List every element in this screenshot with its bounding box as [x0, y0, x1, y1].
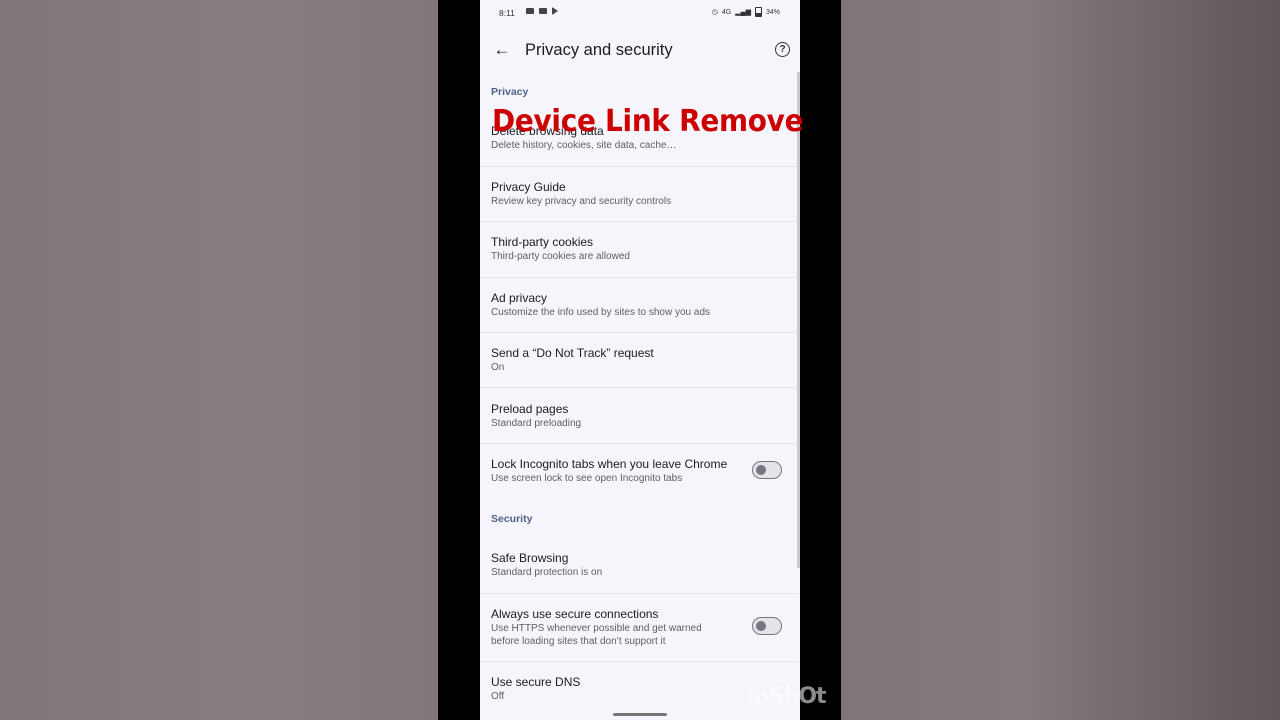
list-item-privacy-guide[interactable]: Privacy Guide Review key privacy and sec… — [480, 180, 798, 235]
system-icons: ◷ 4G ▂▄▆ 34% — [712, 7, 780, 17]
item-subtitle: Customize the info used by sites to show… — [491, 307, 711, 318]
battery-level: 34% — [765, 8, 780, 16]
item-subtitle: Standard protection is on — [491, 567, 603, 578]
item-title: Third-party cookies — [491, 235, 594, 249]
item-title: Always use secure connections — [491, 607, 659, 621]
item-title: Preload pages — [491, 402, 569, 416]
item-subtitle: Delete history, cookies, site data, cach… — [491, 140, 677, 151]
item-subtitle: Off — [491, 691, 505, 702]
section-header-privacy: Privacy — [491, 86, 529, 98]
item-subtitle: Use screen lock to see open Incognito ta… — [491, 473, 683, 484]
lock-incognito-toggle[interactable] — [752, 461, 782, 479]
divider — [480, 221, 798, 222]
item-subtitle: Third-party cookies are allowed — [491, 251, 630, 262]
right-bezel — [800, 0, 841, 720]
item-subtitle: Standard preloading — [491, 418, 582, 429]
list-item-safe-browsing[interactable]: Safe Browsing Standard protection is on — [480, 551, 798, 606]
page-title: Privacy and security — [525, 41, 673, 59]
toggle-knob — [756, 621, 766, 631]
list-item-do-not-track[interactable]: Send a “Do Not Track” request On — [480, 346, 798, 401]
section-header-security: Security — [491, 513, 533, 525]
video-icon — [539, 8, 547, 14]
list-item-third-party-cookies[interactable]: Third-party cookies Third-party cookies … — [480, 235, 798, 290]
toggle-knob — [756, 465, 766, 475]
item-title: Use secure DNS — [491, 675, 581, 689]
item-subtitle: Review key privacy and security controls — [491, 196, 672, 207]
divider — [480, 593, 798, 594]
item-title: Lock Incognito tabs when you leave Chrom… — [491, 457, 728, 471]
item-subtitle: Use HTTPS whenever possible and get warn… — [491, 623, 702, 647]
divider — [480, 277, 798, 278]
back-arrow-icon[interactable]: ← — [492, 40, 512, 60]
status-bar: 8:11 ◷ 4G ▂▄▆ 34% — [480, 0, 800, 24]
help-icon[interactable]: ? — [775, 42, 790, 57]
list-item-lock-incognito[interactable]: Lock Incognito tabs when you leave Chrom… — [480, 457, 798, 512]
item-title: Send a “Do Not Track” request — [491, 346, 654, 360]
left-bezel — [438, 0, 480, 720]
item-title: Ad privacy — [491, 291, 548, 305]
youtube-icon — [526, 8, 534, 14]
divider — [480, 661, 798, 662]
list-item-preload-pages[interactable]: Preload pages Standard preloading — [480, 402, 798, 457]
inshot-watermark: InShOt — [747, 684, 827, 709]
overlay-headline: Device Link Remove — [492, 104, 804, 139]
secure-connections-toggle[interactable] — [752, 617, 782, 635]
item-title: Safe Browsing — [491, 551, 569, 565]
network-type: 4G — [721, 8, 732, 16]
battery-icon — [754, 7, 762, 17]
item-title: Privacy Guide — [491, 180, 566, 194]
play-store-icon — [552, 7, 558, 15]
signal-icon: ▂▄▆ — [735, 9, 751, 16]
divider — [480, 443, 798, 444]
list-item-secure-connections[interactable]: Always use secure connections Use HTTPS … — [480, 607, 798, 657]
home-indicator[interactable] — [613, 713, 667, 716]
alarm-icon: ◷ — [711, 9, 718, 16]
app-bar: ← Privacy and security ? — [480, 32, 800, 72]
list-item-ad-privacy[interactable]: Ad privacy Customize the info used by si… — [480, 291, 798, 346]
divider — [480, 387, 798, 388]
divider — [480, 332, 798, 333]
status-time: 8:11 — [499, 8, 515, 18]
divider — [480, 166, 798, 167]
notification-icons — [526, 7, 558, 15]
item-subtitle: On — [491, 362, 505, 373]
